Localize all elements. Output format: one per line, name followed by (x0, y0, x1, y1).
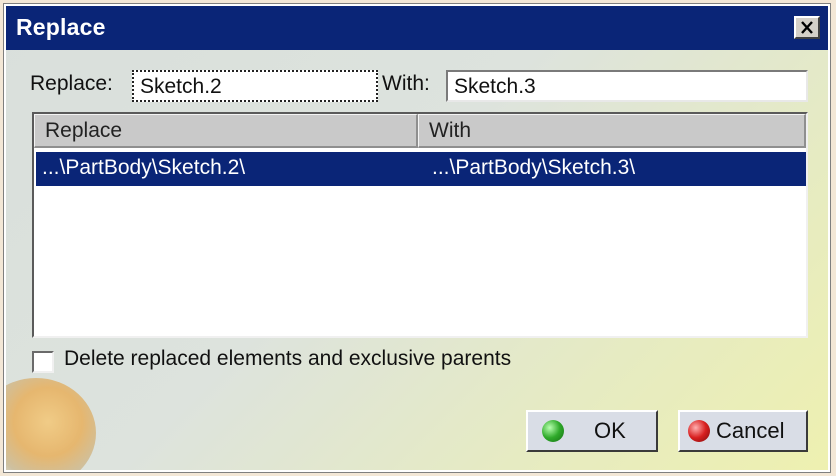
dialog-title: Replace (16, 14, 106, 40)
replace-dialog: Replace Replace: Sketch.2 With: Sketch.3… (3, 3, 831, 473)
delete-replaced-label: Delete replaced elements and exclusive p… (64, 347, 512, 370)
with-input[interactable]: Sketch.3 (446, 70, 808, 102)
replace-list[interactable]: Replace With ...\PartBody\Sketch.2\ ...\… (32, 112, 808, 338)
cancel-button-label: Cancel (716, 418, 785, 443)
replace-input[interactable]: Sketch.2 (132, 70, 378, 102)
ok-button[interactable]: OK (526, 410, 658, 452)
list-row-selected[interactable]: ...\PartBody\Sketch.2\ ...\PartBody\Sket… (36, 152, 806, 186)
column-header-replace[interactable]: Replace (34, 114, 418, 148)
close-icon (801, 21, 813, 34)
row-with-cell: ...\PartBody\Sketch.3\ (432, 156, 636, 179)
column-header-with[interactable]: With (418, 114, 806, 148)
list-header: Replace With (34, 114, 806, 148)
with-label: With: (382, 72, 430, 95)
decorative-swirl (6, 378, 96, 470)
title-bar[interactable]: Replace (6, 6, 828, 50)
row-replace-cell: ...\PartBody\Sketch.2\ (42, 156, 246, 179)
cancel-button[interactable]: Cancel (678, 410, 808, 452)
replace-label: Replace: (30, 72, 113, 95)
close-button[interactable] (794, 16, 820, 39)
ok-button-label: OK (594, 418, 626, 443)
delete-replaced-checkbox[interactable] (32, 351, 54, 373)
red-ball-icon (688, 420, 710, 442)
green-ball-icon (542, 420, 564, 442)
